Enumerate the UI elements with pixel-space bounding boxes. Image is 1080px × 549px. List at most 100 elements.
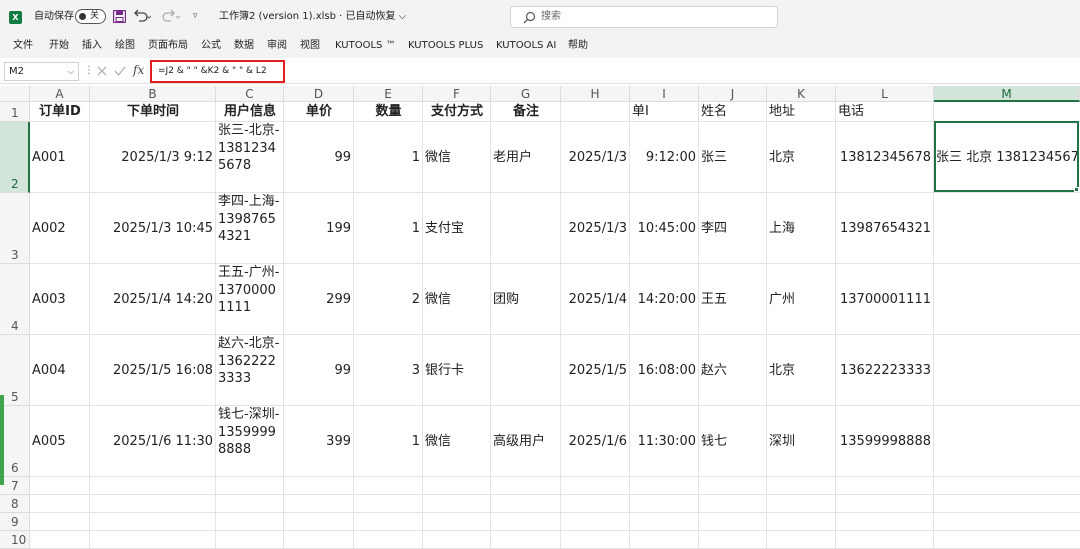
- cell-g4[interactable]: 团购: [491, 291, 561, 308]
- cell-j3[interactable]: 李四: [699, 220, 767, 237]
- cell-c2[interactable]: 张三-北京-13812345678: [216, 122, 284, 193]
- header-cell-address[interactable]: 地址: [767, 103, 836, 120]
- row-header-4[interactable]: 4: [0, 264, 30, 335]
- cell-b3[interactable]: 2025/1/3 10:45: [90, 220, 216, 237]
- name-box[interactable]: M2 ⌵: [4, 62, 79, 81]
- cell-h5[interactable]: 2025/1/5: [561, 362, 630, 379]
- tab-help[interactable]: 帮助: [568, 40, 588, 52]
- column-header-k[interactable]: K: [767, 86, 836, 102]
- insert-function-icon[interactable]: fx: [133, 63, 144, 77]
- column-header-h[interactable]: H: [561, 86, 630, 102]
- column-header-i[interactable]: I: [630, 86, 699, 102]
- autosave-toggle[interactable]: 关: [75, 9, 106, 24]
- tab-kutools[interactable]: KUTOOLS ™: [335, 40, 396, 52]
- cell-i2[interactable]: 9:12:00: [630, 149, 699, 166]
- cell-d3[interactable]: 199: [284, 220, 354, 237]
- row-header-2[interactable]: 2: [0, 122, 30, 193]
- cell-h4[interactable]: 2025/1/4: [561, 291, 630, 308]
- header-cell-i[interactable]: 单I: [630, 103, 699, 120]
- tab-home[interactable]: 开始: [49, 40, 69, 52]
- cell-f3[interactable]: 支付宝: [423, 220, 491, 237]
- cell-c6[interactable]: 钱七-深圳-13599998888: [216, 406, 284, 477]
- cell-i3[interactable]: 10:45:00: [630, 220, 699, 237]
- tab-formulas[interactable]: 公式: [201, 40, 221, 52]
- tab-insert[interactable]: 插入: [82, 40, 102, 52]
- cell-j4[interactable]: 王五: [699, 291, 767, 308]
- cell-j2[interactable]: 张三: [699, 149, 767, 166]
- cell-d2[interactable]: 99: [284, 149, 354, 166]
- cell-a5[interactable]: A004: [30, 362, 90, 379]
- cell-b4[interactable]: 2025/1/4 14:20: [90, 291, 216, 308]
- row-header-10[interactable]: 10: [0, 531, 30, 549]
- tab-review[interactable]: 审阅: [267, 40, 287, 52]
- cell-g2[interactable]: 老用户: [491, 149, 561, 166]
- header-cell-quantity[interactable]: 数量: [354, 103, 423, 120]
- redo-icon[interactable]: [162, 9, 180, 23]
- row-header-9[interactable]: 9: [0, 513, 30, 531]
- cell-i4[interactable]: 14:20:00: [630, 291, 699, 308]
- cell-g6[interactable]: 高级用户: [491, 433, 561, 450]
- quick-access-more-button[interactable]: ▿: [193, 10, 198, 22]
- cell-i6[interactable]: 11:30:00: [630, 433, 699, 450]
- column-header-m[interactable]: M: [934, 86, 1080, 102]
- row-header-1[interactable]: 1: [0, 102, 30, 122]
- tab-data[interactable]: 数据: [234, 40, 254, 52]
- cell-l4[interactable]: 13700001111: [836, 291, 934, 308]
- cell-e2[interactable]: 1: [354, 149, 423, 166]
- tab-kutools-plus[interactable]: KUTOOLS PLUS: [408, 40, 483, 52]
- cell-e6[interactable]: 1: [354, 433, 423, 450]
- cell-k2[interactable]: 北京: [767, 149, 836, 166]
- tab-view[interactable]: 视图: [300, 40, 320, 52]
- cell-k5[interactable]: 北京: [767, 362, 836, 379]
- cell-b5[interactable]: 2025/1/5 16:08: [90, 362, 216, 379]
- header-cell-unit-price[interactable]: 单价: [284, 103, 354, 120]
- cell-c3[interactable]: 李四-上海-13987654321: [216, 193, 284, 264]
- row-header-6[interactable]: 6: [0, 406, 30, 477]
- tab-file[interactable]: 文件: [13, 40, 33, 52]
- column-header-d[interactable]: D: [284, 86, 354, 102]
- cell-k3[interactable]: 上海: [767, 220, 836, 237]
- header-cell-payment[interactable]: 支付方式: [423, 103, 491, 120]
- column-header-l[interactable]: L: [836, 86, 934, 102]
- undo-icon[interactable]: [133, 9, 151, 23]
- row-header-3[interactable]: 3: [0, 193, 30, 264]
- column-header-c[interactable]: C: [216, 86, 284, 102]
- cell-d5[interactable]: 99: [284, 362, 354, 379]
- column-header-b[interactable]: B: [90, 86, 216, 102]
- cell-a3[interactable]: A002: [30, 220, 90, 237]
- column-header-g[interactable]: G: [491, 86, 561, 102]
- header-cell-name[interactable]: 姓名: [699, 103, 767, 120]
- cell-h2[interactable]: 2025/1/3: [561, 149, 630, 166]
- header-cell-phone[interactable]: 电话: [836, 103, 934, 120]
- more-options-icon[interactable]: ⋮: [84, 65, 94, 76]
- cell-f6[interactable]: 微信: [423, 433, 491, 450]
- row-header-5[interactable]: 5: [0, 335, 30, 406]
- cell-k4[interactable]: 广州: [767, 291, 836, 308]
- cell-e4[interactable]: 2: [354, 291, 423, 308]
- select-all-corner[interactable]: [0, 86, 30, 102]
- cell-e3[interactable]: 1: [354, 220, 423, 237]
- formula-input[interactable]: =J2 & " " &K2 & " " & L2: [150, 60, 285, 83]
- column-header-a[interactable]: A: [30, 86, 90, 102]
- cell-l6[interactable]: 13599998888: [836, 433, 934, 450]
- cell-d4[interactable]: 299: [284, 291, 354, 308]
- cell-j5[interactable]: 赵六: [699, 362, 767, 379]
- cell-a4[interactable]: A003: [30, 291, 90, 308]
- tab-draw[interactable]: 绘图: [115, 40, 135, 52]
- header-cell-order-id[interactable]: 订单ID: [30, 103, 90, 120]
- header-cell-order-time[interactable]: 下单时间: [90, 103, 216, 120]
- enter-icon[interactable]: [114, 65, 126, 77]
- cell-l3[interactable]: 13987654321: [836, 220, 934, 237]
- cell-b2[interactable]: 2025/1/3 9:12: [90, 149, 216, 166]
- cancel-icon[interactable]: [96, 65, 108, 77]
- row-header-8[interactable]: 8: [0, 495, 30, 513]
- header-cell-notes[interactable]: 备注: [491, 103, 561, 120]
- side-panel-handle[interactable]: [0, 395, 4, 485]
- cell-f5[interactable]: 银行卡: [423, 362, 491, 379]
- cell-a2[interactable]: A001: [30, 149, 90, 166]
- fill-handle[interactable]: [1074, 187, 1079, 192]
- cell-c5[interactable]: 赵六-北京-13622223333: [216, 335, 284, 406]
- cell-k6[interactable]: 深圳: [767, 433, 836, 450]
- column-header-f[interactable]: F: [423, 86, 491, 102]
- cell-f4[interactable]: 微信: [423, 291, 491, 308]
